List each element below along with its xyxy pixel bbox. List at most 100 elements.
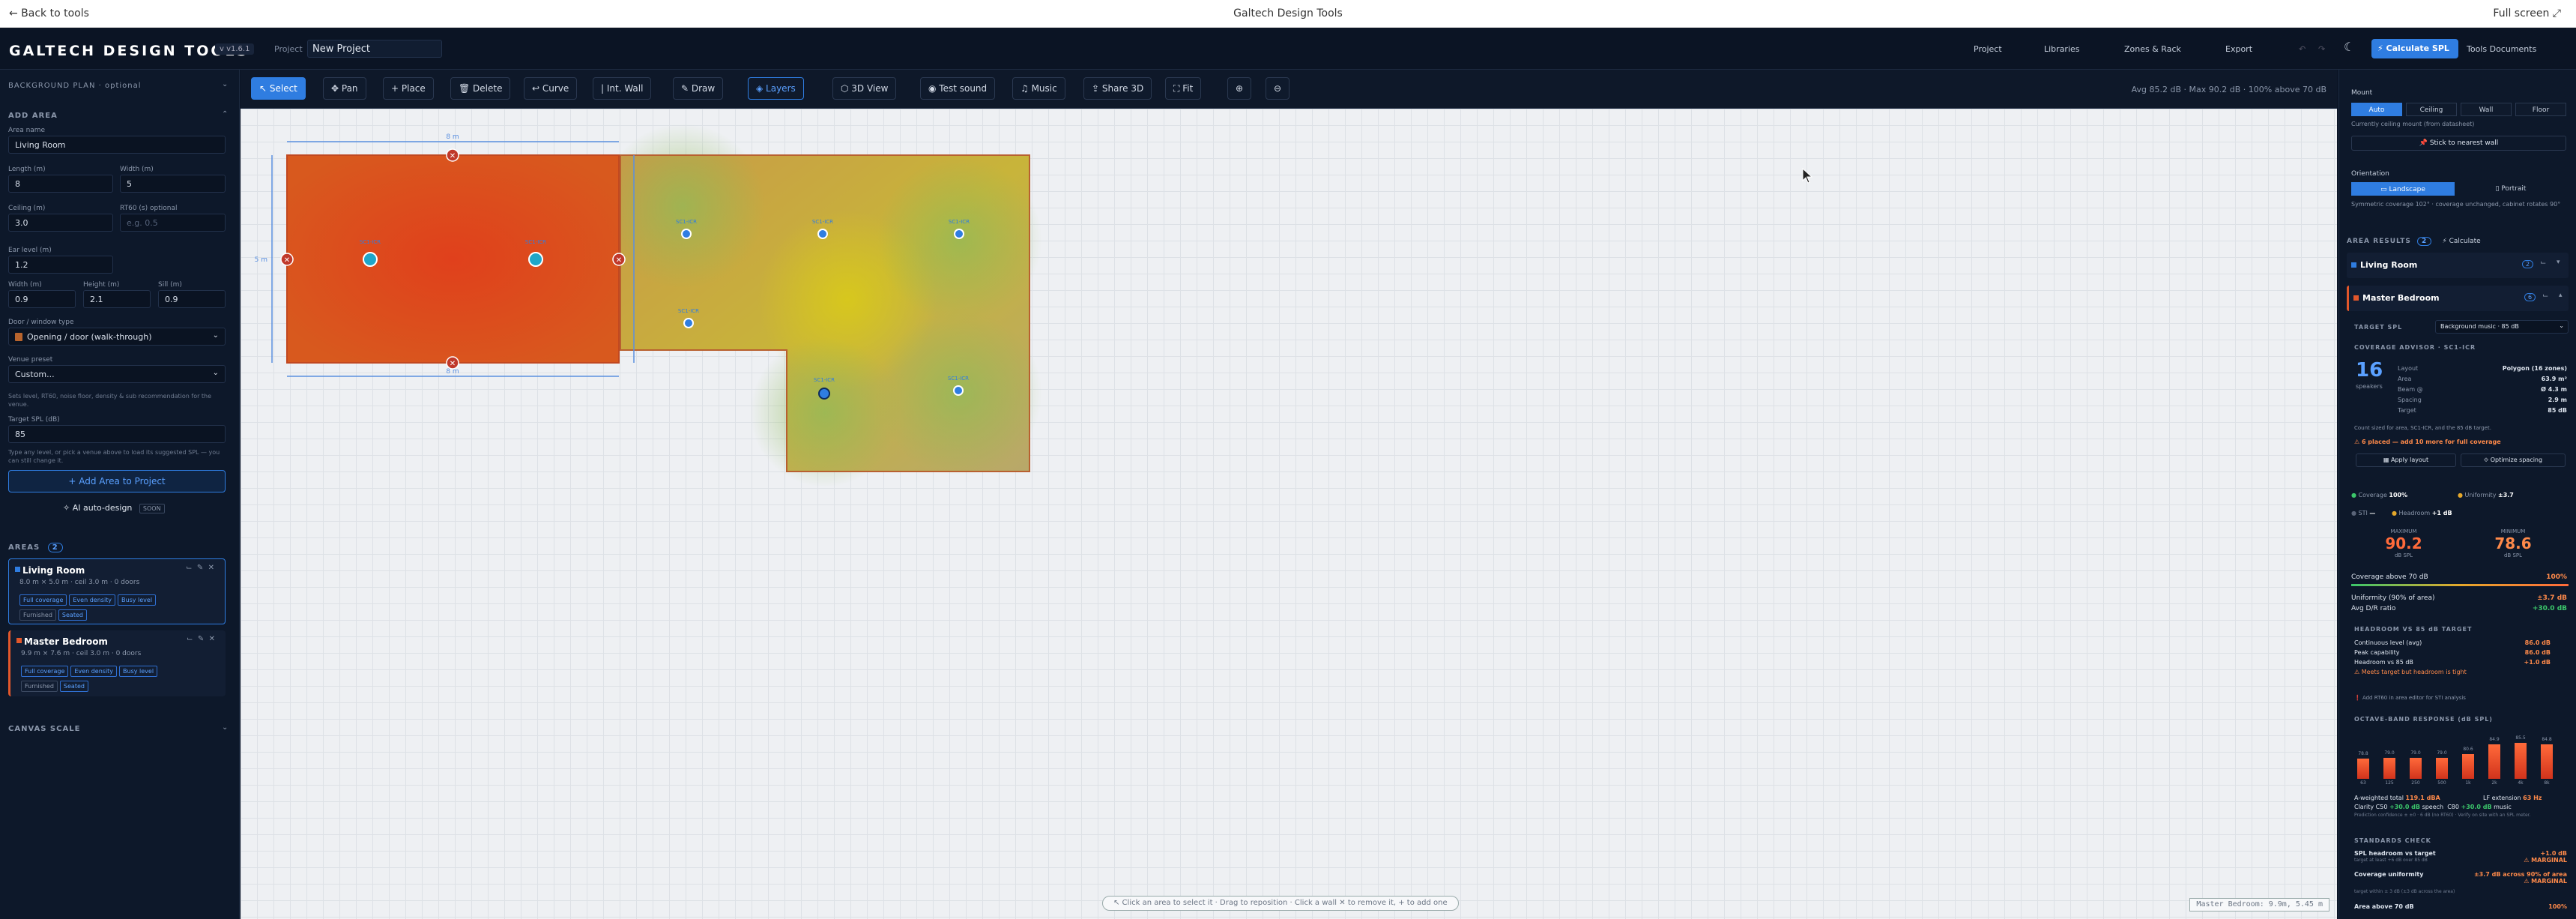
select-tool-button[interactable]: ↖ Select: [251, 77, 306, 100]
speaker-label: SC1-ICR: [525, 239, 546, 245]
close-icon[interactable]: ✕: [208, 564, 214, 572]
std-status: ⚠ MARGINAL: [2524, 878, 2567, 885]
edit-icon[interactable]: ⌙: [2540, 259, 2546, 267]
tag-even-density[interactable]: Even density: [70, 666, 118, 677]
tools-documents-button[interactable]: Tools Documents: [2467, 44, 2536, 54]
design-canvas[interactable]: 8 m 5 m 8 m ✕ ✕ ✕ ✕ SC1-ICR SC1-ICR SC1-…: [241, 109, 2337, 919]
chevron-up-icon[interactable]: ⌃: [222, 110, 228, 118]
menu-libraries[interactable]: Libraries: [2044, 44, 2080, 54]
tag-seated[interactable]: Seated: [59, 681, 88, 692]
fit-button[interactable]: ⛶ Fit: [1165, 77, 1202, 100]
pan-tool-button[interactable]: ✥ Pan: [323, 77, 366, 100]
areas-title: AREAS: [8, 543, 40, 552]
wall-remove-handle-top[interactable]: ✕: [446, 148, 459, 162]
venue-preset-select[interactable]: Custom... ⌄: [8, 365, 226, 383]
3d-view-button[interactable]: ⬡ 3D View: [832, 77, 897, 100]
pencil-icon[interactable]: ✎: [198, 635, 204, 643]
area-card-tags-2: Furnished Seated: [19, 606, 89, 621]
test-sound-button[interactable]: ◉ Test sound: [920, 77, 996, 100]
zoom-in-button[interactable]: ⊕: [1227, 77, 1252, 100]
orient-landscape-button[interactable]: ▭ Landscape: [2351, 182, 2455, 196]
octave-freq-label: 4k: [2518, 780, 2524, 786]
apply-layout-button[interactable]: ▦ Apply layout: [2356, 454, 2456, 467]
zoom-out-button[interactable]: ⊖: [1266, 77, 1290, 100]
close-icon[interactable]: ✕: [209, 635, 215, 643]
living-room-area[interactable]: [286, 154, 620, 364]
width-input[interactable]: 5: [120, 175, 226, 193]
music-button[interactable]: ♫ Music: [1012, 77, 1065, 100]
chevron-icon[interactable]: ⌄: [222, 723, 228, 732]
master-bedroom-area[interactable]: [600, 124, 1042, 487]
mount-wall-button[interactable]: Wall: [2461, 103, 2512, 116]
int-wall-tool-button[interactable]: | Int. Wall: [593, 77, 652, 100]
ai-auto-design-button[interactable]: ✧ AI auto-design SOON: [63, 503, 165, 513]
tag-even-density[interactable]: Even density: [69, 594, 116, 606]
c80-value: +30.0 dB: [2461, 804, 2492, 810]
target-spl-select[interactable]: Background music · 85 dB ⌄: [2435, 320, 2569, 334]
chevron-down-icon[interactable]: ▾: [2557, 259, 2560, 266]
add-area-header[interactable]: ADD AREA: [8, 112, 58, 120]
sti-label: STI: [2358, 510, 2368, 516]
length-input[interactable]: 8: [8, 175, 113, 193]
mount-floor-button[interactable]: Floor: [2515, 103, 2566, 116]
area-card-master-bedroom[interactable]: Master Bedroom ⌙ ✎ ✕ 9.9 m × 7.6 m · cei…: [8, 630, 226, 696]
calculate-link[interactable]: ⚡ Calculate: [2442, 238, 2480, 245]
menu-zones-rack[interactable]: Zones & Rack: [2124, 44, 2181, 54]
ceiling-input[interactable]: 3.0: [8, 214, 113, 232]
door-height-input[interactable]: 2.1: [83, 290, 151, 308]
tag-furnished[interactable]: Furnished: [19, 609, 56, 621]
add-area-button[interactable]: + Add Area to Project: [8, 470, 226, 492]
result-area-living-room[interactable]: Living Room 2 ⌙ ▾: [2347, 253, 2569, 278]
draw-tool-button[interactable]: ✎ Draw: [673, 77, 724, 100]
redo-icon[interactable]: ↷: [2318, 44, 2325, 54]
orient-portrait-button[interactable]: ▯ Portrait: [2459, 182, 2563, 196]
delete-tool-button[interactable]: 🗑 Delete: [450, 77, 511, 100]
stick-to-wall-button[interactable]: 📌 Stick to nearest wall: [2351, 136, 2566, 151]
tag-full-coverage[interactable]: Full coverage: [21, 666, 69, 677]
pencil-icon[interactable]: ✎: [197, 564, 203, 572]
area-name-input[interactable]: Living Room: [8, 136, 226, 154]
fullscreen-link[interactable]: Full screen ⤢: [2493, 7, 2561, 19]
chevron-up-icon[interactable]: ▴: [2559, 292, 2563, 299]
chevron-icon[interactable]: ⌄: [222, 80, 228, 88]
edit-icon[interactable]: ⌙: [187, 635, 193, 643]
rt60-input[interactable]: e.g. 0.5: [120, 214, 226, 232]
share-3d-button[interactable]: ⇪ Share 3D: [1083, 77, 1152, 100]
ear-level-input[interactable]: 1.2: [8, 256, 113, 274]
background-plan-header[interactable]: BACKGROUND PLAN · optional: [8, 82, 142, 90]
wall-remove-handle-bottom[interactable]: ✕: [446, 356, 459, 370]
tag-busy-level[interactable]: Busy level: [118, 594, 157, 606]
theme-toggle-icon[interactable]: ☾: [2344, 40, 2354, 54]
wall-remove-handle-right[interactable]: ✕: [612, 253, 626, 266]
layers-button[interactable]: ◈ Layers: [748, 77, 804, 100]
place-tool-button[interactable]: + Place: [383, 77, 434, 100]
sill-input[interactable]: 0.9: [158, 290, 226, 308]
optimize-spacing-button[interactable]: ⟐ Optimize spacing: [2461, 454, 2566, 467]
edit-icon[interactable]: ⌙: [186, 564, 192, 572]
tag-seated[interactable]: Seated: [58, 609, 87, 621]
calculate-spl-button[interactable]: ⚡ Calculate SPL: [2371, 39, 2458, 58]
floorplan-svg: 8 m 5 m 8 m ✕ ✕ ✕ ✕ SC1-ICR SC1-ICR SC1-…: [255, 124, 1813, 487]
tag-busy-level[interactable]: Busy level: [119, 666, 158, 677]
tag-full-coverage[interactable]: Full coverage: [19, 594, 67, 606]
tag-furnished[interactable]: Furnished: [21, 681, 58, 692]
wall-remove-handle-left[interactable]: ✕: [280, 253, 294, 266]
menu-export[interactable]: Export: [2225, 44, 2252, 54]
octave-bar: [2462, 754, 2474, 779]
curve-tool-button[interactable]: ↩ Curve: [524, 77, 578, 100]
target-spl-input[interactable]: 85: [8, 425, 226, 443]
mount-auto-button[interactable]: Auto: [2351, 103, 2402, 116]
door-type-select[interactable]: Opening / door (walk-through) ⌄: [8, 328, 226, 346]
menu-project[interactable]: Project: [1974, 44, 2002, 54]
edit-icon[interactable]: ⌙: [2542, 292, 2548, 300]
door-width-input[interactable]: 0.9: [8, 290, 76, 308]
mount-ceiling-button[interactable]: Ceiling: [2406, 103, 2457, 116]
orientation-label: Orientation: [2351, 170, 2389, 178]
area-card-living-room[interactable]: Living Room ⌙ ✎ ✕ 8.0 m × 5.0 m · ceil 3…: [8, 558, 226, 624]
result-area-master-bedroom[interactable]: Master Bedroom 6 ⌙ ▴: [2347, 286, 2569, 311]
standards-header: STANDARDS CHECK: [2354, 837, 2431, 844]
std-key: Area above 70 dB: [2354, 903, 2414, 910]
project-name-input[interactable]: New Project: [307, 40, 442, 58]
undo-icon[interactable]: ↶: [2299, 44, 2306, 54]
canvas-scale-header[interactable]: CANVAS SCALE: [8, 725, 80, 733]
